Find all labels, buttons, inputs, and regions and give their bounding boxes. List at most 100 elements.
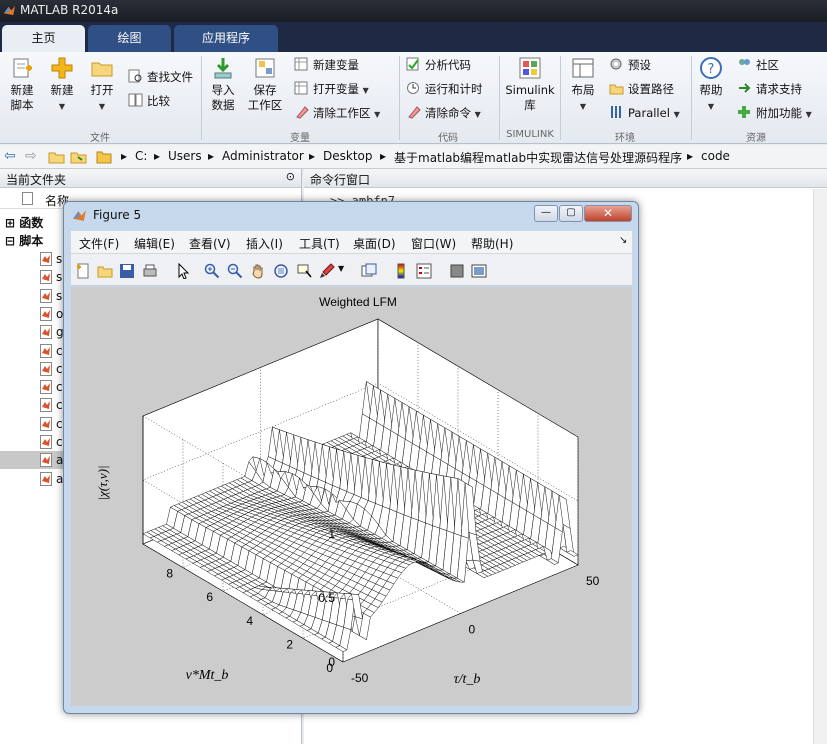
browse-folder-icon[interactable] <box>70 149 87 164</box>
breadcrumb-item[interactable]: Desktop <box>323 149 373 163</box>
menu-desktop[interactable]: 桌面(D) <box>353 235 396 252</box>
open-variable-button[interactable]: 打开变量 ▼ <box>294 81 369 99</box>
menu-help[interactable]: 帮助(H) <box>471 235 513 252</box>
analyze-code-icon <box>406 57 419 71</box>
group-label-file: 文件 <box>90 133 110 144</box>
file-name: c <box>56 398 63 413</box>
expand-icon[interactable]: ⊞ <box>5 216 15 230</box>
breadcrumb-item[interactable]: Users <box>168 149 202 163</box>
menu-view[interactable]: 查看(V) <box>189 235 231 252</box>
group-label-simulink: SIMULINK <box>506 129 554 140</box>
run-and-time-button[interactable]: 运行和计时 <box>406 81 483 97</box>
menu-insert[interactable]: 插入(I) <box>246 235 283 252</box>
open-button[interactable]: 打开 ▼ <box>85 56 119 114</box>
tab-apps[interactable]: 应用程序 <box>174 25 278 52</box>
crumb-separator: ▸ <box>121 149 128 163</box>
community-button[interactable]: 社区 <box>737 57 779 73</box>
figure-title: Figure 5 <box>93 208 142 222</box>
parallel-button[interactable]: Parallel ▼ <box>609 105 680 123</box>
menu-edit[interactable]: 编辑(E) <box>134 235 175 252</box>
save-workspace-button[interactable]: 保存 工作区 <box>245 56 285 113</box>
link-icon[interactable] <box>361 263 377 279</box>
app-title-bar: MATLAB R2014a <box>0 0 827 22</box>
open-file-icon[interactable] <box>97 263 113 279</box>
m-file-icon <box>40 361 52 376</box>
plot-area[interactable]: Weighted LFM 0 0.5 1 0 2 4 6 8 -50 0 50 |χ(τ,ν)| ν*Mt… <box>71 287 632 706</box>
show-plot-tools-icon[interactable] <box>471 263 487 279</box>
y-tick-label: 4 <box>246 614 253 628</box>
m-file-icon <box>40 288 52 303</box>
set-path-button[interactable]: 设置路径 <box>609 81 674 97</box>
hide-plot-tools-icon[interactable] <box>449 263 465 279</box>
y-tick-label: 8 <box>166 567 173 581</box>
save-icon[interactable] <box>119 263 135 279</box>
new-script-button[interactable]: 新建 脚本 <box>4 56 40 113</box>
zoom-in-icon[interactable] <box>204 263 220 279</box>
panel-menu-icon[interactable]: ⊙ <box>286 170 295 183</box>
tab-plots[interactable]: 绘图 <box>88 25 171 52</box>
clear-workspace-button[interactable]: 清除工作区 ▼ <box>294 105 380 123</box>
forward-arrow-icon[interactable]: ⇨ <box>25 148 37 164</box>
close-button[interactable]: ✕ <box>584 205 632 222</box>
new-variable-icon <box>294 57 308 71</box>
zoom-out-icon[interactable] <box>227 263 243 279</box>
breadcrumb-item[interactable]: code <box>701 149 730 163</box>
menu-tools[interactable]: 工具(T) <box>299 235 340 252</box>
simulink-library-button[interactable]: Simulink 库 <box>503 56 557 113</box>
compare-button[interactable]: 比较 <box>128 93 170 109</box>
file-name: s <box>56 270 63 285</box>
print-icon[interactable] <box>142 263 158 279</box>
figure-window[interactable]: Figure 5 — ▢ ✕ 文件(F) 编辑(E) 查看(V) 插入(I) 工… <box>63 201 639 714</box>
data-cursor-icon[interactable] <box>296 263 312 279</box>
breadcrumb-item[interactable]: C: <box>135 149 147 163</box>
help-button[interactable]: ? 帮助 ▼ <box>696 56 726 114</box>
preferences-button[interactable]: 预设 <box>609 57 651 73</box>
brush-icon[interactable] <box>319 263 335 279</box>
new-figure-icon[interactable] <box>75 263 91 279</box>
collapse-icon[interactable]: ⊟ <box>5 234 15 248</box>
request-support-button[interactable]: 请求支持 <box>737 81 802 97</box>
group-label-resources: 资源 <box>746 133 766 144</box>
m-file-icon <box>40 471 52 486</box>
dock-arrow-icon[interactable]: ↘ <box>619 235 627 246</box>
layout-button[interactable]: 布局 ▼ <box>566 56 600 114</box>
surface-chart[interactable]: Weighted LFM00.5102468-50050|χ(τ,ν)|ν*Mt… <box>71 287 632 706</box>
menu-file[interactable]: 文件(F) <box>79 235 119 252</box>
community-icon <box>739 59 750 65</box>
y-tick-label: 2 <box>286 637 293 651</box>
chevron-down-icon: ▼ <box>805 110 812 119</box>
tab-home[interactable]: 主页 <box>2 25 85 52</box>
analyze-code-button[interactable]: 分析代码 <box>406 57 471 73</box>
app-title: MATLAB R2014a <box>20 3 119 17</box>
minimize-button[interactable]: — <box>534 205 558 222</box>
scrollbar[interactable] <box>813 189 827 744</box>
group-label-environment: 环境 <box>615 133 635 144</box>
x-tick-label: 50 <box>586 574 600 588</box>
addons-button[interactable]: 附加功能 ▼ <box>737 105 812 123</box>
breadcrumb-item[interactable]: 基于matlab编程matlab中实现雷达信号处理源码程序 <box>394 149 682 166</box>
z-axis-label: |χ(τ,ν)| <box>95 465 110 500</box>
find-files-button[interactable]: 查找文件 <box>128 69 193 85</box>
group-functions[interactable]: ⊞ 函数 <box>5 214 43 231</box>
ribbon-separator <box>399 56 400 140</box>
chevron-down-icon[interactable]: ▼ <box>338 264 344 273</box>
clear-commands-button[interactable]: 清除命令 ▼ <box>406 105 481 123</box>
new-button[interactable]: 新建 ▼ <box>44 56 80 114</box>
rotate-3d-icon[interactable] <box>273 263 289 279</box>
up-folder-icon[interactable] <box>48 149 65 164</box>
parallel-icon <box>611 106 621 118</box>
new-variable-button[interactable]: 新建变量 <box>294 57 359 73</box>
matlab-logo-icon <box>73 210 86 221</box>
run-and-time-icon <box>407 82 419 94</box>
back-arrow-icon[interactable]: ⇦ <box>4 148 16 164</box>
colorbar-icon[interactable] <box>393 263 409 279</box>
maximize-button[interactable]: ▢ <box>559 205 583 222</box>
m-file-icon <box>40 416 52 431</box>
breadcrumb-item[interactable]: Administrator <box>222 149 304 163</box>
pan-hand-icon[interactable] <box>250 263 266 279</box>
import-data-button[interactable]: 导入 数据 <box>206 56 240 113</box>
group-scripts[interactable]: ⊟ 脚本 <box>5 232 43 249</box>
legend-icon[interactable] <box>416 263 432 279</box>
pointer-icon[interactable] <box>175 263 191 279</box>
menu-window[interactable]: 窗口(W) <box>411 235 456 252</box>
